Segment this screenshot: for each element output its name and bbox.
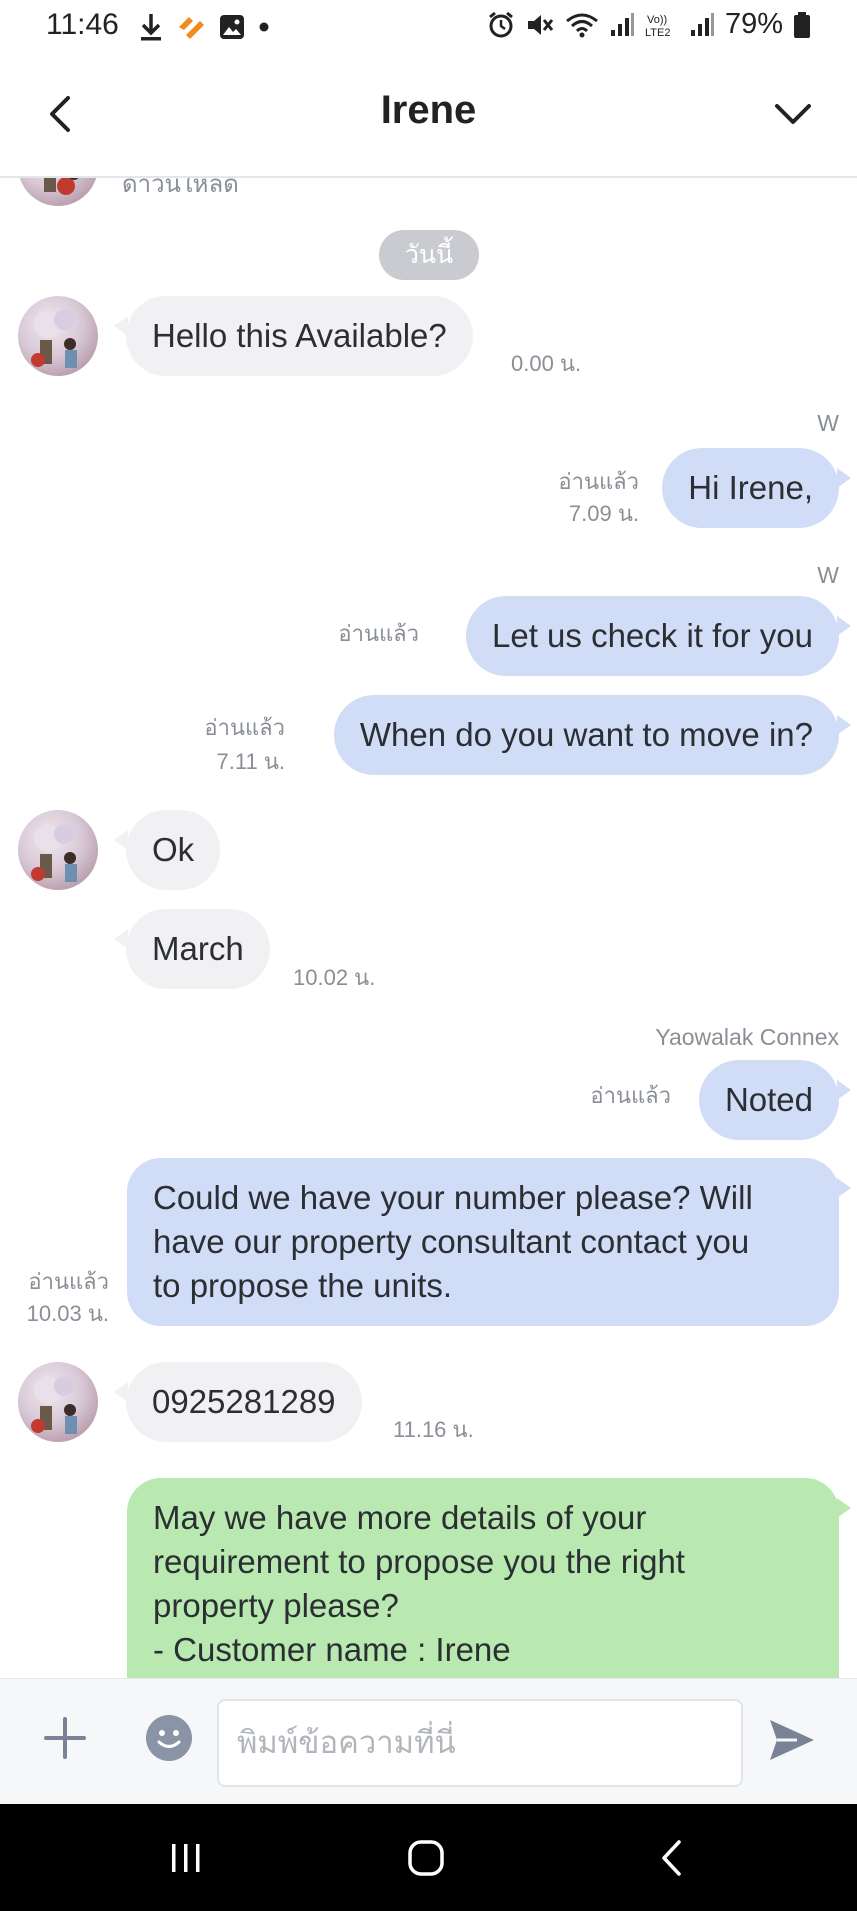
chat-title: Irene bbox=[380, 88, 477, 132]
message-bubble-incoming[interactable]: March bbox=[114, 909, 270, 989]
sender-name: W bbox=[817, 410, 839, 436]
message-line: to propose the units. bbox=[153, 1267, 453, 1304]
message-bubble-outgoing[interactable]: Noted bbox=[698, 1060, 852, 1140]
home-icon bbox=[408, 1840, 444, 1876]
sender-avatar[interactable] bbox=[18, 810, 98, 890]
message-bubble-incoming[interactable]: Hello this Available? bbox=[114, 296, 473, 376]
chat-header: Irene bbox=[0, 54, 857, 178]
nav-back-button[interactable] bbox=[646, 1832, 698, 1884]
status-time: 11:46 bbox=[46, 8, 119, 41]
read-receipt: อ่านแล้ว bbox=[590, 1083, 671, 1108]
add-attachment-button[interactable] bbox=[40, 1713, 90, 1763]
sender-name: W bbox=[817, 562, 839, 588]
read-receipt: อ่านแล้ว bbox=[558, 469, 639, 494]
recents-icon bbox=[172, 1844, 200, 1872]
cut-off-message-text: ดำวันใหลด bbox=[122, 178, 239, 198]
emoji-button[interactable] bbox=[146, 1715, 192, 1761]
send-button[interactable] bbox=[767, 1717, 817, 1763]
sender-avatar[interactable] bbox=[18, 296, 98, 376]
message-time: 0.00 น. bbox=[511, 351, 582, 376]
message-line: requirement to propose you the right bbox=[153, 1543, 685, 1580]
message-bubble-template[interactable]: May we have more details of your require… bbox=[127, 1478, 851, 1678]
svg-text:LTE2: LTE2 bbox=[645, 27, 670, 39]
emoji-icon bbox=[157, 1730, 181, 1748]
message-bubble-outgoing[interactable]: Hi Irene, bbox=[662, 448, 851, 528]
home-button[interactable] bbox=[400, 1832, 452, 1884]
wifi-icon bbox=[565, 11, 599, 39]
battery-percent: 79% bbox=[724, 8, 783, 40]
message-line: property please? bbox=[153, 1587, 399, 1624]
message-input[interactable] bbox=[217, 1699, 743, 1787]
chat-messages[interactable]: ดำวันใหลด วันนี้ Hello this Available? 0… bbox=[0, 178, 857, 1678]
message-line: Could we have your number please? Will bbox=[153, 1179, 753, 1216]
svg-text:Vo)): Vo)) bbox=[647, 14, 667, 26]
send-icon bbox=[770, 1720, 814, 1760]
chevron-down-icon bbox=[775, 104, 811, 124]
recents-button[interactable] bbox=[160, 1832, 212, 1884]
message-bubble-incoming[interactable]: Ok bbox=[113, 810, 221, 890]
message-time: 11.16 น. bbox=[393, 1417, 474, 1442]
read-receipt: อ่านแล้ว bbox=[338, 621, 419, 646]
notification-icons bbox=[138, 12, 270, 42]
message-time: 10.03 น. bbox=[26, 1301, 109, 1326]
signal-icon bbox=[609, 12, 635, 38]
signal-2-icon bbox=[689, 12, 715, 38]
read-receipt: อ่านแล้ว bbox=[204, 715, 285, 740]
message-bubble-outgoing[interactable]: Let us check it for you bbox=[466, 596, 851, 676]
date-divider: วันนี้ bbox=[379, 230, 479, 280]
message-line: May we have more details of your bbox=[153, 1499, 647, 1536]
message-line: have our property consultant contact you bbox=[153, 1223, 750, 1260]
system-navigation-bar bbox=[0, 1804, 857, 1911]
message-time: 7.09 น. bbox=[568, 501, 639, 526]
message-line: - Customer name : Irene bbox=[153, 1631, 511, 1668]
plus-icon bbox=[44, 1717, 86, 1759]
message-time: 7.11 น. bbox=[216, 749, 285, 774]
message-bubble-outgoing[interactable]: When do you want to move in? bbox=[333, 695, 852, 775]
system-icons: Vo)) LTE2 79% bbox=[487, 8, 811, 41]
more-notifications-dot-icon bbox=[258, 21, 270, 33]
message-bubble-incoming[interactable]: 0925281289 bbox=[114, 1362, 362, 1442]
avatar[interactable] bbox=[18, 178, 98, 206]
sender-avatar[interactable] bbox=[18, 1362, 98, 1442]
volte-icon: Vo)) LTE2 bbox=[645, 11, 679, 39]
message-bubble-outgoing[interactable]: Could we have your number please? Will h… bbox=[127, 1158, 851, 1326]
battery-icon bbox=[793, 11, 811, 39]
image-icon bbox=[218, 13, 246, 41]
status-bar: 11:46 Vo)) LTE2 79% bbox=[0, 0, 857, 54]
app-notification-icon bbox=[176, 13, 206, 41]
alarm-icon bbox=[487, 11, 515, 39]
download-icon bbox=[138, 12, 164, 42]
read-receipt: อ่านแล้ว bbox=[28, 1269, 109, 1294]
message-input-bar bbox=[0, 1678, 857, 1805]
chat-menu-button[interactable] bbox=[769, 90, 817, 138]
nav-back-icon bbox=[662, 1840, 681, 1876]
message-time: 10.02 น. bbox=[293, 965, 376, 990]
sender-name: Yaowalak Connex bbox=[655, 1024, 839, 1050]
mute-icon bbox=[525, 11, 555, 39]
